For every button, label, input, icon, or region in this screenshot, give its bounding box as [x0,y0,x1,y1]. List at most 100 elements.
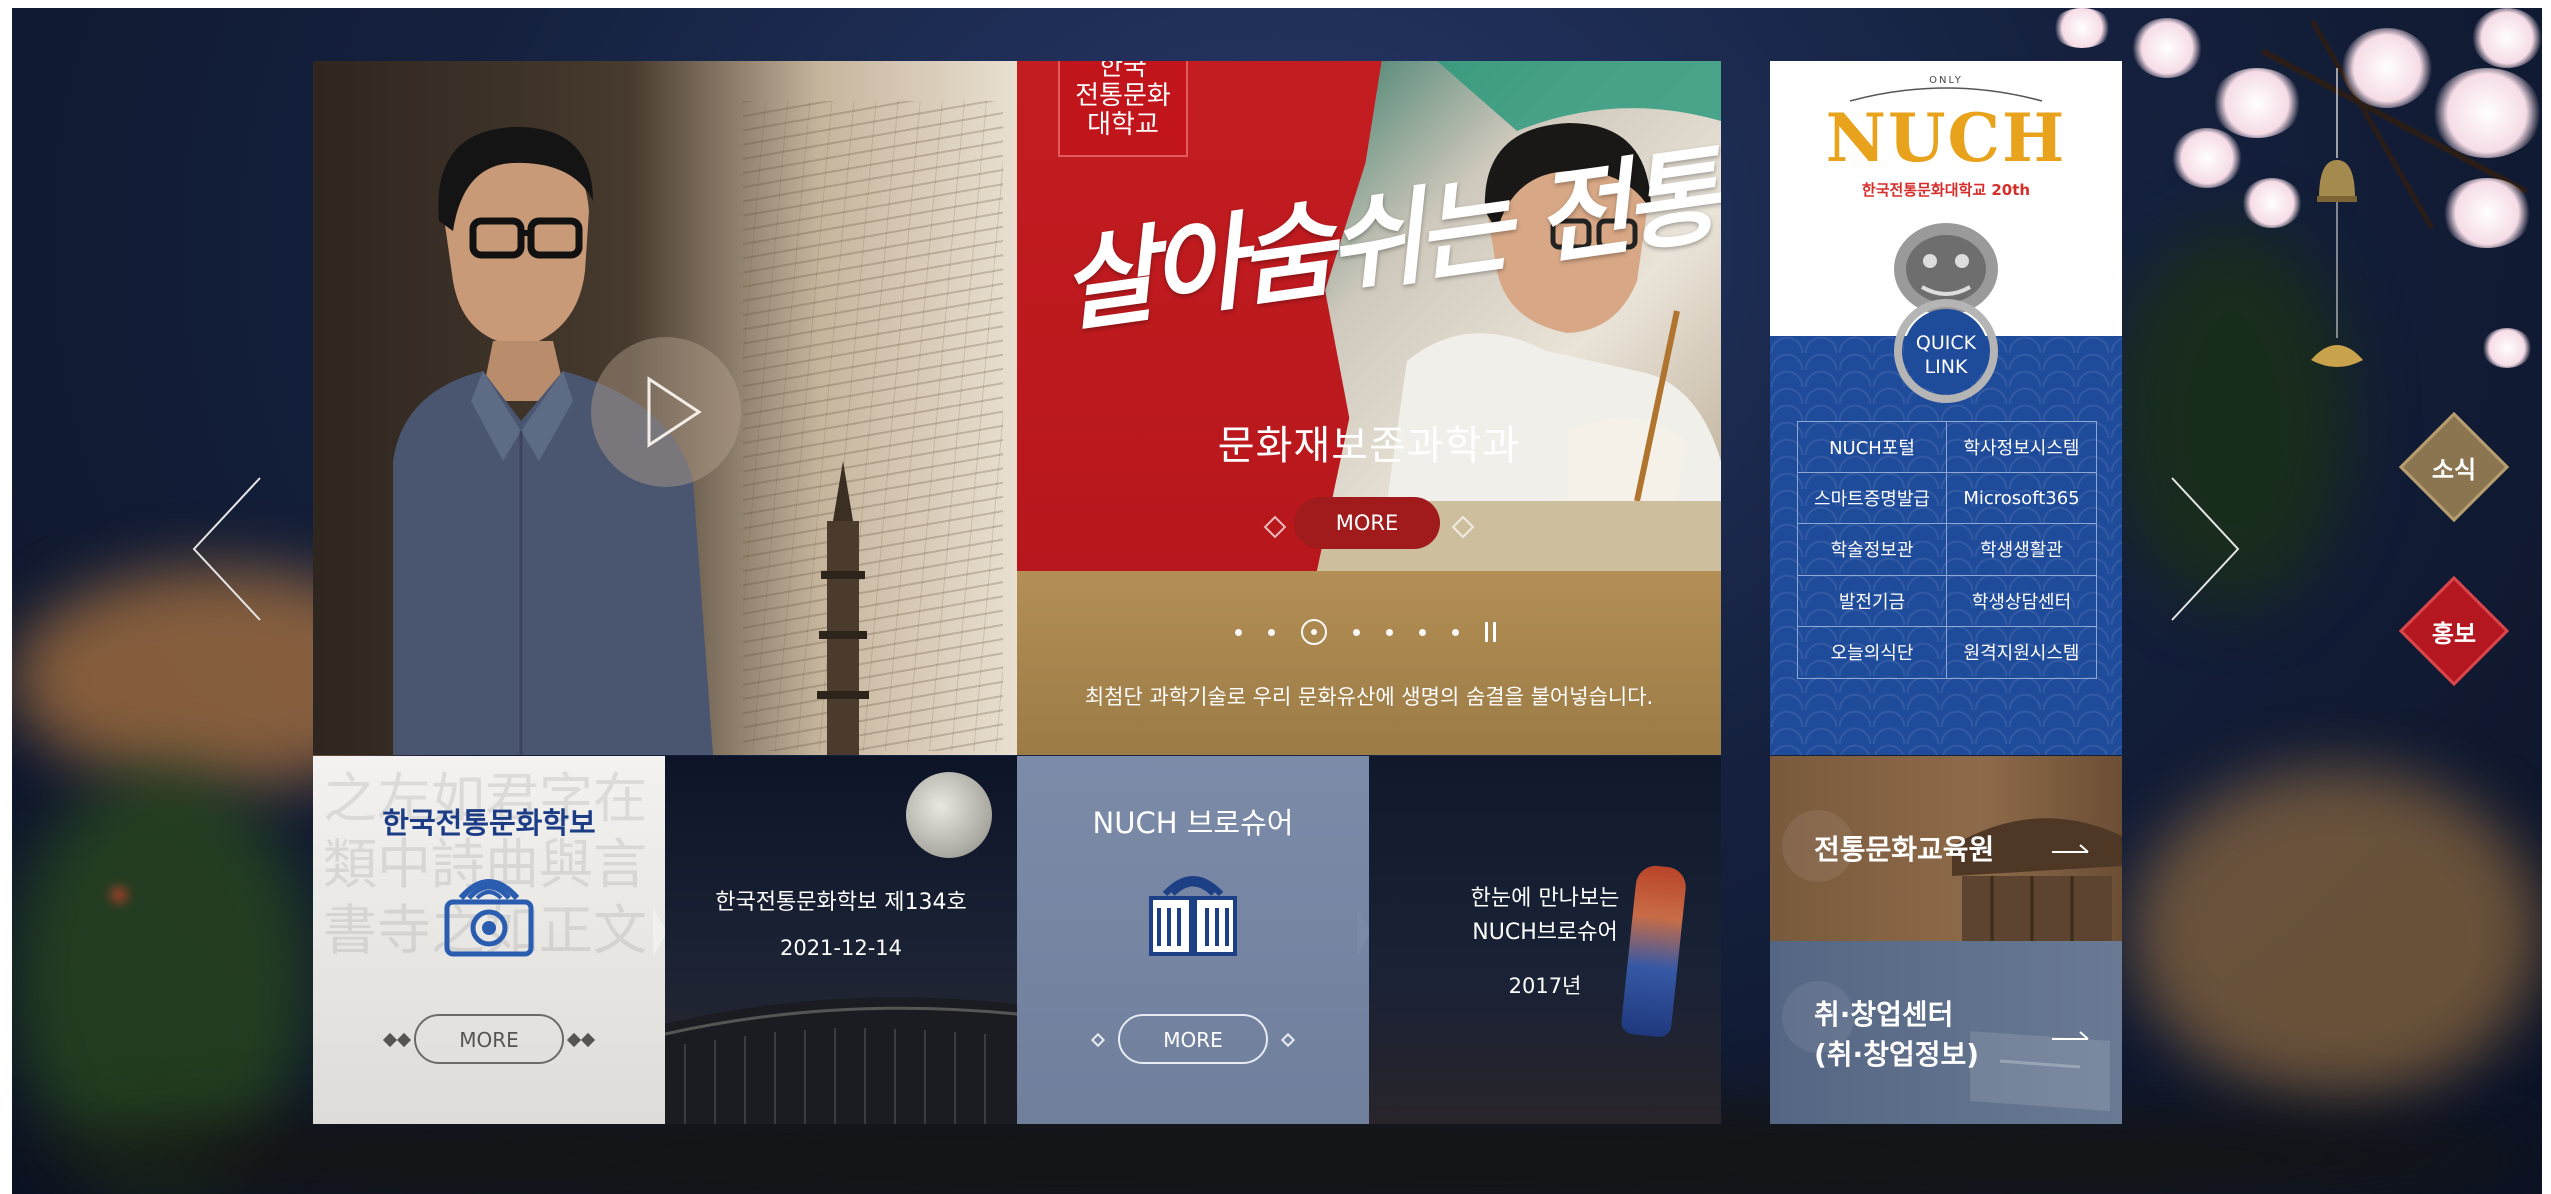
next-slide-button[interactable] [2164,474,2244,624]
brochure-desc-line: 한눈에 만나보는 [1470,886,1620,911]
moon-image [906,772,992,858]
brochure-tile[interactable]: NUCH 브로슈어 MORE [1017,756,1369,1124]
pagoda-image [817,461,869,755]
quick-link-item[interactable]: 학술정보관 [1798,524,1947,576]
slide-dot[interactable] [1235,628,1242,636]
logo-line: 대학교 [1087,110,1159,140]
quick-link-item[interactable]: NUCH포털 [1798,422,1947,474]
job-center-label-line: (취·창업정보) [1814,1038,1980,1071]
hero-more-button[interactable]: MORE [1294,497,1440,549]
book-icon [1149,876,1237,956]
pr-badge[interactable]: 홍보 [2398,575,2510,687]
hero-left-visual [313,61,1017,755]
nuch-logo: NUCH [1825,99,2067,177]
diamond-ornament [1090,1032,1106,1048]
blossom [2242,178,2302,228]
main-visual-slider: 한국 전통문화 대학교 살아숨쉬는 전통 문화재보존과학과 MORE 최첨단 과… [313,61,1721,755]
newspaper-issue-tile[interactable]: 한국전통문화학보 제134호 2021-12-14 [665,756,1017,1124]
quick-link-item[interactable]: 학사정보시스템 [1947,422,2096,474]
quick-link-item[interactable]: 스마트증명발급 [1798,473,1947,525]
laptop-image [1970,1031,2110,1111]
hero-photo: 한국 전통문화 대학교 살아숨쉬는 전통 문화재보존과학과 MORE [1017,61,1721,571]
blossom [2432,68,2542,158]
slide-dot[interactable] [1452,628,1459,636]
play-video-button[interactable] [591,337,741,487]
tile-pointer [1357,908,1369,956]
wall-inscription [743,101,1003,751]
arrow-right-icon [2052,1031,2089,1040]
university-logo: 한국 전통문화 대학교 [1058,61,1188,157]
news-badge[interactable]: 소식 [2398,411,2510,523]
pause-icon [1493,622,1496,642]
department-title: 문화재보존과학과 [1217,423,1521,469]
chevron-right-icon [2171,477,2240,621]
pr-badge-label: 홍보 [2431,619,2477,648]
blossom [2442,178,2532,248]
hanok-roof-image [665,997,1017,1124]
education-center-label: 전통문화교육원 [1814,833,1995,866]
blossom [2172,128,2242,188]
diamond-ornament [1263,515,1287,539]
blossom [2132,18,2202,78]
prev-slide-button[interactable] [188,474,268,624]
hero-right-visual: 한국 전통문화 대학교 살아숨쉬는 전통 문화재보존과학과 MORE 최첨단 과… [1017,61,1721,755]
quick-link-grid: NUCH포털 학사정보시스템 스마트증명발급 Microsoft365 학술정보… [1797,421,2097,679]
bottom-tiles: 之左如君字在類中詩曲與言書寺之如正文 한국전통문화학보 MORE 한국전통문화학… [313,756,1721,1124]
logo-line: 한국 [1099,61,1147,82]
diamond-ornament [1280,1032,1296,1048]
news-badge-label: 소식 [2431,455,2477,484]
brochure-info-tile[interactable]: 한눈에 만나보는 NUCH브로슈어 2017년 [1369,756,1721,1124]
quick-link-item[interactable]: 학생상담센터 [1947,576,2096,627]
camera-icon [444,879,534,957]
newspaper-date: 2021-12-14 [779,936,903,960]
pause-icon [1485,622,1488,642]
blossom [2472,8,2542,68]
quick-link-label: QUICK LINK [1898,331,1994,379]
brochure-more-button[interactable]: MORE [1118,1014,1268,1064]
chevron-left-icon [192,477,261,621]
slide-dot[interactable] [1268,628,1275,636]
newspaper-tile[interactable]: 之左如君字在類中詩曲與言書寺之如正文 한국전통문화학보 MORE [313,756,665,1124]
job-center-label-line: 취·창업센터 [1814,998,1954,1031]
newspaper-title: 한국전통문화학보 [382,806,596,840]
blossom [2052,8,2112,48]
nuch-only-label: ONLY [1929,75,1963,86]
quick-link-label-line: QUICK [1915,332,1977,354]
blossom [2212,68,2302,138]
play-icon [647,376,702,448]
newspaper-more-button[interactable]: MORE [414,1014,564,1064]
brochure-desc-line: NUCH브로슈어 [1472,920,1618,945]
hero-caption-panel: 최첨단 과학기술로 우리 문화유산에 생명의 숨결을 불어넣습니다. [1017,571,1721,755]
quick-link-panel: ONLY NUCH 한국전통문화대학교 20th QUICK LINK NUCH… [1770,61,2122,755]
nuch-anniversary-label: 한국전통문화대학교 20th [1861,181,2031,199]
brochure-title: NUCH 브로슈어 [1092,806,1294,840]
brochure-description: 한눈에 만나보는 NUCH브로슈어 [1369,882,1721,950]
education-center-banner[interactable]: 전통문화교육원 [1770,756,2122,941]
background-glow [2132,768,2542,1098]
arrow-right-icon [2052,844,2089,853]
hero-caption-text: 최첨단 과학기술로 우리 문화유산에 생명의 숨결을 불어넣습니다. [1084,685,1654,709]
quick-link-item[interactable]: 오늘의식단 [1798,626,1947,678]
quick-link-item[interactable]: 학생생활관 [1947,524,2096,576]
brochure-year: 2017년 [1508,974,1582,998]
quick-link-item[interactable]: 발전기금 [1798,575,1947,627]
pause-button[interactable] [1485,622,1499,642]
lantern-light [112,888,126,902]
job-center-label: 취·창업센터 (취·창업정보) [1814,995,1979,1075]
page-background: 한국 전통문화 대학교 살아숨쉬는 전통 문화재보존과학과 MORE 최첨단 과… [12,8,2542,1194]
slide-dot-active[interactable] [1301,619,1327,645]
job-center-banner[interactable]: 취·창업센터 (취·창업정보) [1770,941,2122,1124]
slide-dot[interactable] [1386,628,1393,636]
quick-link-label-line: LINK [1924,356,1968,378]
newspaper-issue: 한국전통문화학보 제134호 [715,890,967,915]
tile-pointer [653,908,665,956]
quick-link-item[interactable]: 원격지원시스템 [1947,627,2096,678]
slide-dot[interactable] [1353,628,1360,636]
logo-line: 전통문화 [1075,81,1171,111]
wind-bell-icon [2311,68,2363,367]
slide-dot[interactable] [1419,628,1426,636]
hanok-image [1952,818,2122,941]
logo-text: 한국 전통문화 대학교 [1068,61,1178,140]
quick-link-item[interactable]: Microsoft365 [1947,473,2096,525]
blossom [2482,328,2532,368]
